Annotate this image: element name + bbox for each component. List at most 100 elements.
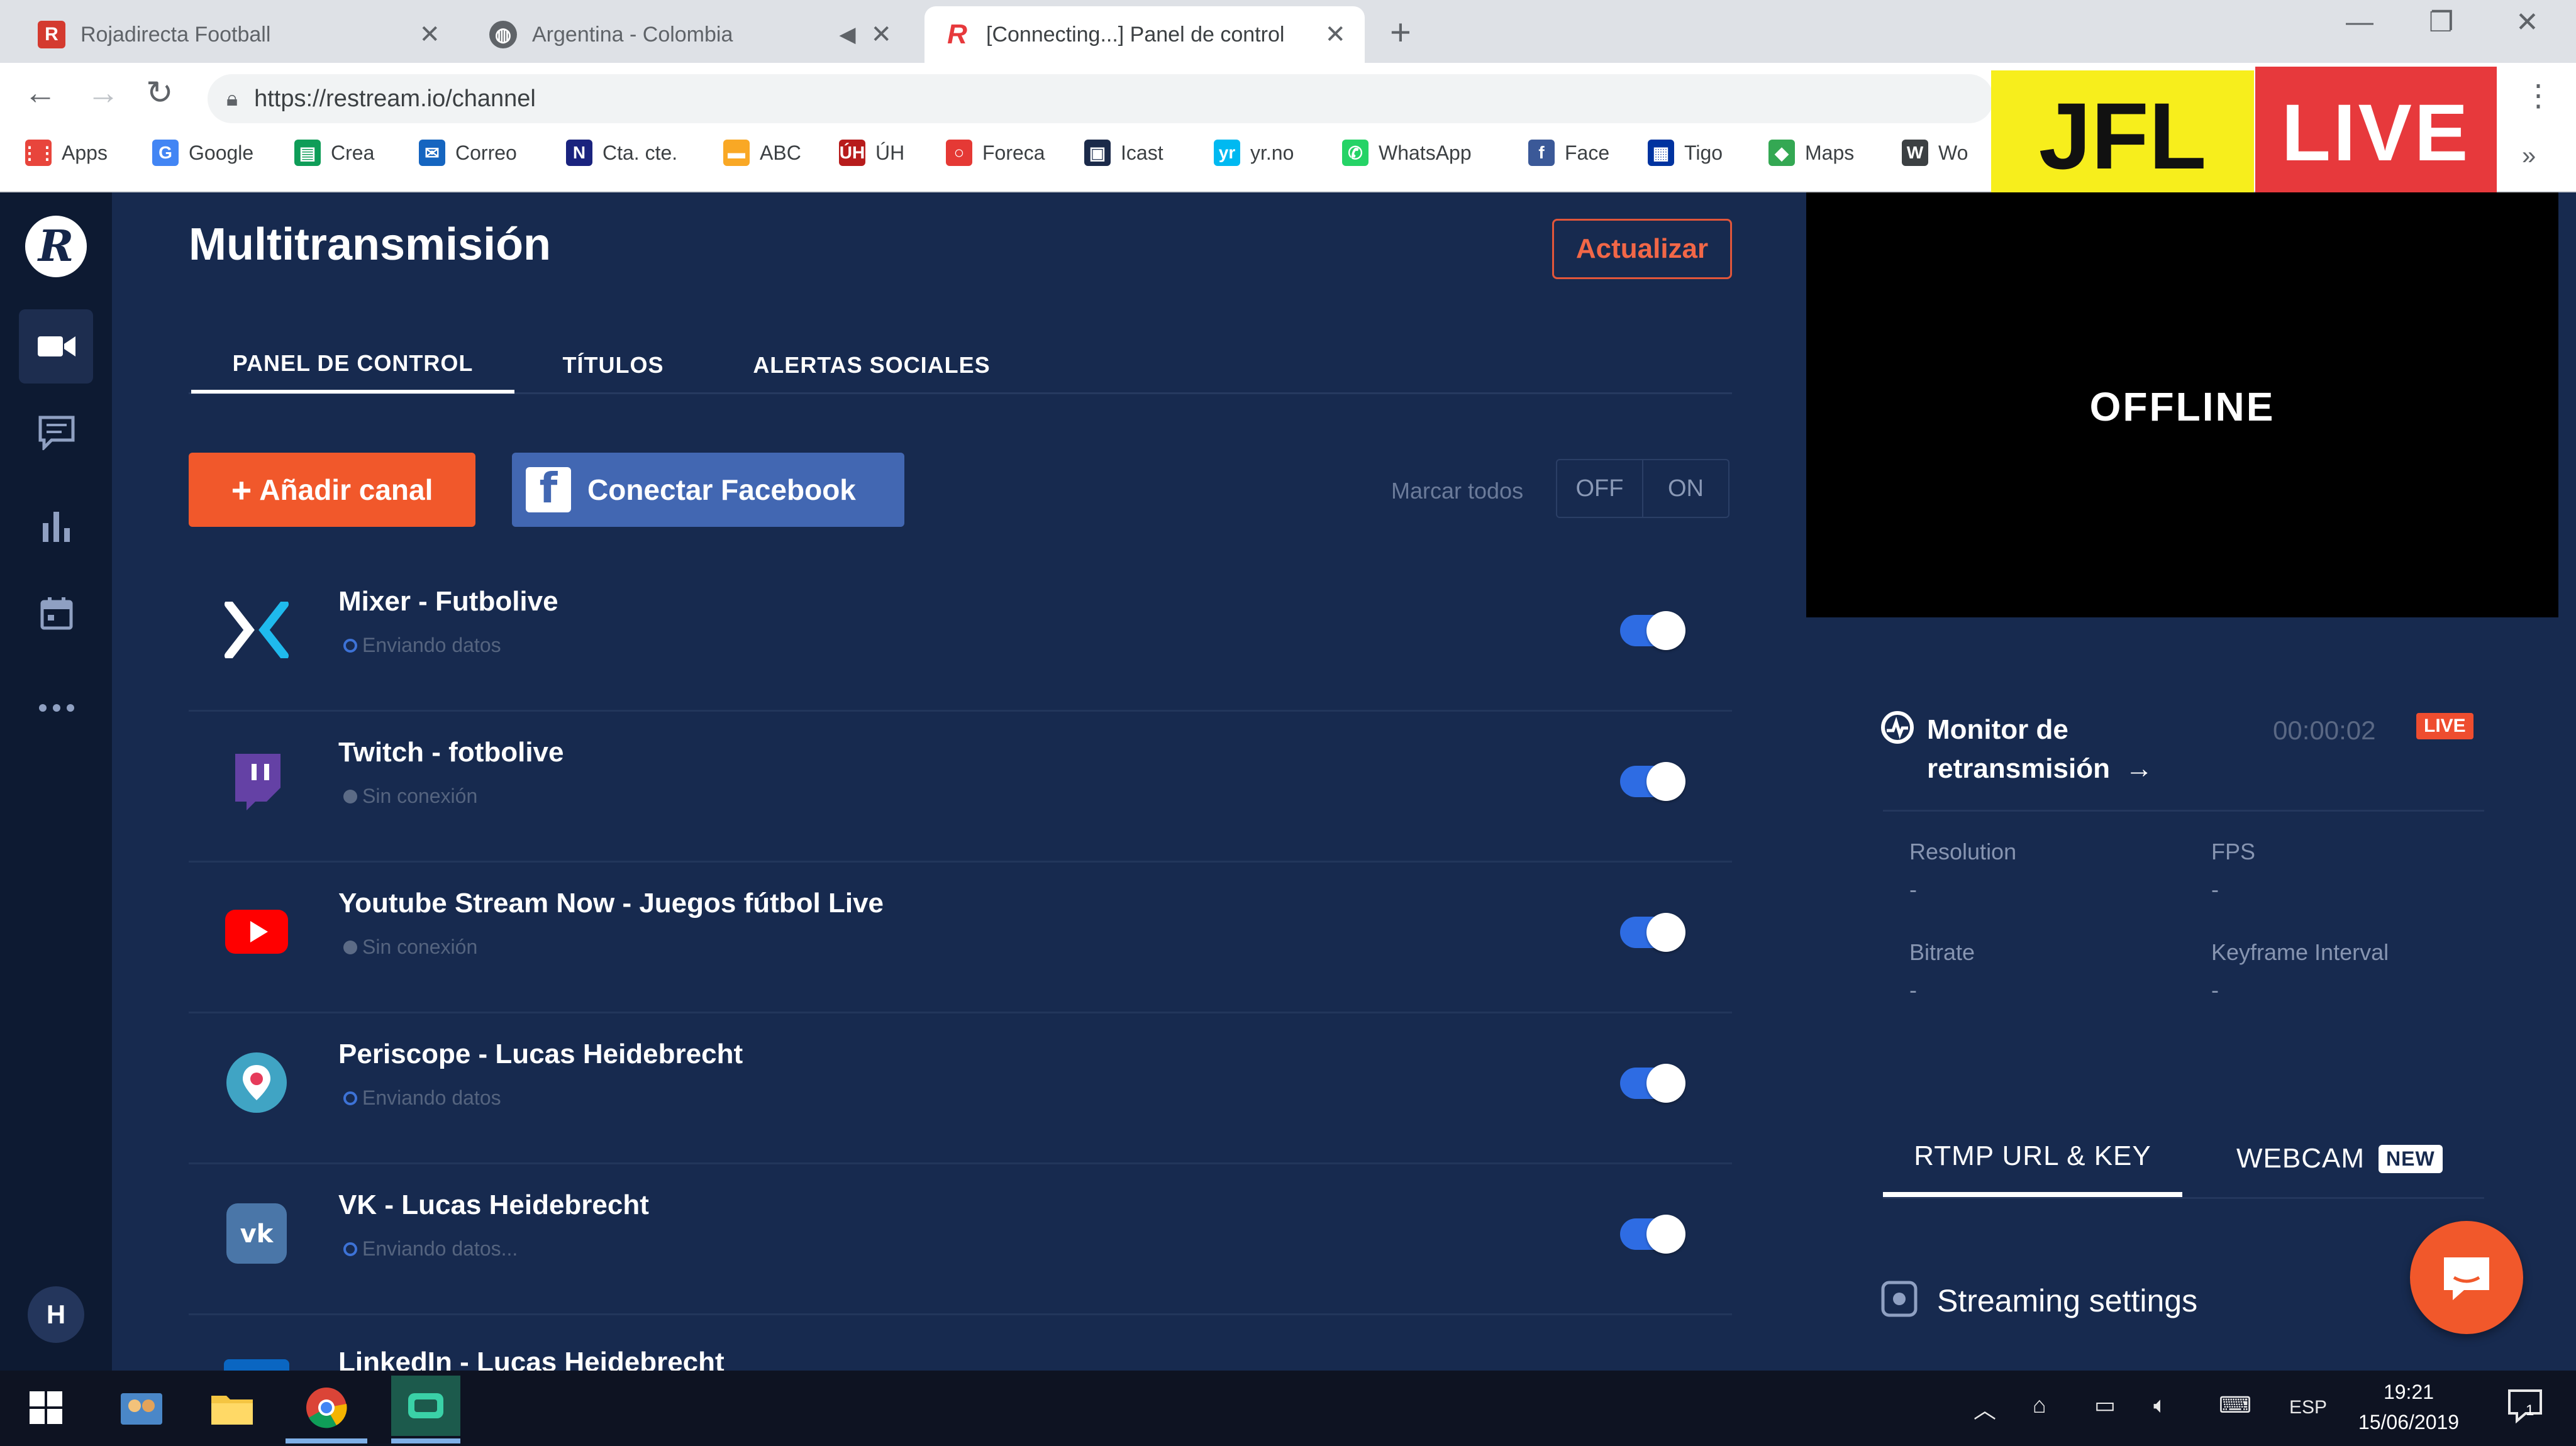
restream-logo[interactable]: R [25, 216, 87, 277]
restream-icon: R [947, 19, 967, 50]
audio-icon[interactable]: ◀ [839, 22, 855, 47]
tab-control-panel[interactable]: PANEL DE CONTROL [191, 337, 514, 394]
mark-all-off-button[interactable]: OFF [1557, 460, 1642, 517]
analytics-icon[interactable] [34, 503, 79, 548]
tray-chevron-icon[interactable]: ︿ [1974, 1392, 1996, 1425]
vk-icon: vk [223, 1200, 291, 1267]
settings-icon [1880, 1280, 1918, 1318]
close-tab-icon[interactable]: ✕ [419, 20, 440, 49]
tab-webcam-label: WEBCAM [2236, 1143, 2365, 1174]
network-icon[interactable]: ⌂ [2033, 1392, 2046, 1418]
bookmarks-overflow-icon[interactable]: » [2522, 142, 2536, 170]
volume-icon[interactable]: 🔈︎ [2153, 1392, 2167, 1419]
bookmark-crea[interactable]: ▤ Crea [294, 140, 374, 166]
mark-all-on-button[interactable]: ON [1642, 460, 1728, 517]
people-app-icon[interactable] [114, 1381, 169, 1435]
tab-titles[interactable]: TÍTULOS [546, 337, 680, 394]
bookmark-label: Tigo [1684, 141, 1723, 164]
minimize-icon[interactable]: — [2346, 6, 2373, 38]
keyboard-icon[interactable]: ⌨ [2219, 1392, 2251, 1418]
bookmark--h[interactable]: ÚH ÚH [839, 140, 904, 166]
bookmark-label: Google [189, 141, 254, 164]
bookmark-icast[interactable]: ▣ Icast [1084, 140, 1163, 166]
new-tab-button[interactable]: + [1390, 11, 1411, 53]
back-icon[interactable]: ← [24, 74, 57, 112]
recorder-app-icon[interactable] [391, 1376, 460, 1436]
bookmark-tigo[interactable]: ▦ Tigo [1648, 140, 1723, 166]
channel-row: LinkedIn - Lucas Heidebrecht [189, 1315, 1732, 1371]
lock-icon: 🔒︎ [226, 86, 238, 111]
bookmark-apps[interactable]: ⋮⋮ Apps [21, 140, 108, 166]
tab-webcam[interactable]: WEBCAM NEW [2236, 1120, 2475, 1197]
display-icon[interactable]: ▭ [2094, 1392, 2116, 1418]
live-status-badge: LIVE [2416, 713, 2473, 739]
language-indicator[interactable]: ESP [2289, 1397, 2327, 1418]
plus-icon: + [231, 470, 252, 510]
bookmark-whatsapp[interactable]: ✆ WhatsApp [1342, 140, 1472, 166]
channel-toggle[interactable] [1620, 762, 1685, 801]
clock-time: 19:21 [2383, 1381, 2434, 1403]
channel-status: Sin conexión [343, 785, 477, 808]
bookmark-label: Apps [62, 141, 108, 164]
close-window-icon[interactable]: ✕ [2516, 6, 2539, 38]
channel-toggle[interactable] [1620, 1064, 1685, 1103]
channel-row: Youtube Stream Now - Juegos fútbol Live … [189, 863, 1732, 1013]
clock[interactable]: 19:21 15/06/2019 [2352, 1377, 2465, 1437]
chrome-icon[interactable] [299, 1381, 353, 1435]
tab-social-alerts[interactable]: ALERTAS SOCIALES [736, 337, 1008, 394]
recorder-active-indicator [391, 1438, 460, 1443]
page-title: Multitransmisión [189, 219, 552, 270]
tab-title: [Connecting...] Panel de control [986, 22, 1285, 47]
reload-icon[interactable]: ↻ [146, 74, 174, 112]
channel-status-text: Enviando datos... [362, 1237, 518, 1260]
channel-name: Youtube Stream Now - Juegos fútbol Live [338, 888, 884, 919]
forward-icon[interactable]: → [87, 74, 119, 112]
status-dot-icon [343, 789, 357, 803]
restore-icon[interactable]: ❐ [2429, 6, 2453, 38]
browser-menu-icon[interactable]: ⋮ [2523, 78, 2553, 113]
close-tab-icon[interactable]: ✕ [870, 20, 892, 49]
new-badge: NEW [2379, 1144, 2443, 1173]
abc-icon: ▬ [723, 140, 750, 166]
bookmark-correo[interactable]: ✉ Correo [419, 140, 517, 166]
file-explorer-icon[interactable] [205, 1381, 259, 1435]
channel-toggle[interactable] [1620, 913, 1685, 952]
connect-facebook-button[interactable]: f Conectar Facebook [512, 453, 904, 527]
user-avatar[interactable]: H [28, 1286, 84, 1343]
svg-text:vk: vk [240, 1220, 274, 1249]
bookmark-google[interactable]: G Google [152, 140, 253, 166]
windows-start-icon[interactable] [19, 1381, 73, 1435]
browser-tab-restream[interactable]: R [Connecting...] Panel de control ✕ [924, 6, 1365, 63]
channel-toggle[interactable] [1620, 611, 1685, 650]
bookmark-label: ÚH [875, 141, 905, 164]
tab-rtmp[interactable]: RTMP URL & KEY [1883, 1120, 2182, 1197]
bookmark-maps[interactable]: ◆ Maps [1768, 140, 1854, 166]
monitor-link[interactable]: Monitor de retransmisión → [1927, 710, 2191, 788]
url-field[interactable]: 🔒︎ https://restream.io/channel [208, 74, 1994, 123]
bookmark-foreca[interactable]: ○ Foreca [946, 140, 1045, 166]
bookmark-cta-cte[interactable]: N Cta. cte. [566, 140, 677, 166]
bookmark-label: Crea [331, 141, 375, 164]
close-tab-icon[interactable]: ✕ [1324, 20, 1346, 49]
browser-tab-rojadirecta[interactable]: R Rojadirecta Football ✕ [19, 6, 459, 63]
bookmark-face[interactable]: f Face [1528, 140, 1609, 166]
more-icon[interactable] [34, 685, 79, 731]
support-chat-button[interactable] [2410, 1221, 2523, 1334]
mark-all-toggle[interactable]: OFF ON [1556, 459, 1729, 518]
channel-toggle[interactable] [1620, 1215, 1685, 1254]
rojadirecta-icon: R [38, 21, 65, 48]
video-camera-icon[interactable] [34, 324, 79, 369]
add-channel-button[interactable]: + Añadir canal [189, 453, 475, 527]
bookmark-wo[interactable]: W Wo [1902, 140, 1968, 166]
bookmark-label: Maps [1805, 141, 1855, 164]
channel-status-text: Enviando datos [362, 634, 501, 656]
browser-tab-argentina[interactable]: ◍ Argentina - Colombia ◀ ✕ [470, 6, 911, 63]
chat-icon[interactable] [34, 410, 79, 455]
bookmark-yr-no[interactable]: yr yr.no [1214, 140, 1294, 166]
calendar-icon[interactable] [34, 591, 79, 636]
bookmark-abc[interactable]: ▬ ABC [723, 140, 801, 166]
notifications-icon[interactable]: 1 [2507, 1387, 2543, 1429]
refresh-button[interactable]: Actualizar [1552, 219, 1732, 279]
chat-bubble-icon [2444, 1257, 2489, 1300]
streaming-settings-link[interactable]: Streaming settings [1937, 1283, 2197, 1319]
